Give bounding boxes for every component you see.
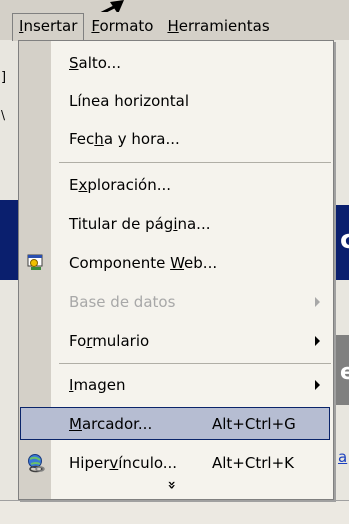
menu-item-salto[interactable]: Salto...: [19, 44, 333, 82]
menu-item-label: Componente Web...: [69, 254, 218, 272]
menu-item-label: Exploración...: [69, 176, 172, 194]
background-fragment: ]: [1, 70, 7, 85]
menu-insertar[interactable]: Insertar: [12, 13, 85, 41]
menu-item-hipervinculo[interactable]: Hipervínculo... Alt+Ctrl+K: [19, 444, 333, 482]
menu-item-label: Salto...: [69, 54, 121, 72]
menu-item-exploracion[interactable]: Exploración...: [19, 166, 333, 204]
background-banner-left: [0, 200, 18, 280]
menu-separator: [59, 363, 331, 364]
menu-item-linea-horizontal[interactable]: Línea horizontal: [19, 82, 333, 120]
expand-menu-chevron-icon[interactable]: »: [164, 480, 180, 489]
menu-item-label: Imagen: [69, 376, 126, 394]
menu-item-imagen[interactable]: Imagen: [19, 366, 333, 404]
menu-item-titular-de-pagina[interactable]: Titular de página...: [19, 205, 333, 243]
insertar-dropdown: Salto... Línea horizontal Fecha y hora..…: [18, 40, 334, 500]
background-fragment: e: [340, 360, 349, 385]
menu-item-base-de-datos: Base de datos: [19, 283, 333, 321]
submenu-arrow-icon: [315, 380, 320, 390]
menu-item-componente-web[interactable]: Componente Web...: [19, 244, 333, 282]
menu-herramientas[interactable]: Herramientas: [160, 14, 276, 38]
menu-item-fecha-y-hora[interactable]: Fecha y hora...: [19, 120, 333, 158]
menu-item-formulario[interactable]: Formulario: [19, 322, 333, 360]
menu-item-label: Línea horizontal: [69, 92, 190, 110]
submenu-arrow-icon: [315, 297, 320, 307]
menu-separator: [59, 162, 331, 163]
menu-item-label: Formulario: [69, 332, 150, 350]
menu-formato[interactable]: Formato: [84, 14, 160, 38]
submenu-arrow-icon: [315, 336, 320, 346]
menu-item-label: Base de datos: [69, 293, 176, 311]
background-fragment: c: [340, 225, 349, 255]
background-fragment: \: [1, 108, 6, 122]
web-component-icon: [27, 254, 43, 270]
menu-item-marcador[interactable]: Marcador... Alt+Ctrl+G: [19, 405, 333, 443]
background-link-fragment[interactable]: a: [338, 448, 347, 466]
menu-item-label: Titular de página...: [69, 215, 211, 233]
menu-item-shortcut: Alt+Ctrl+K: [212, 454, 294, 472]
hyperlink-icon: [28, 454, 45, 473]
background-statusbar: [0, 500, 349, 524]
menu-item-shortcut: Alt+Ctrl+G: [212, 415, 296, 433]
menu-item-label: Marcador...: [69, 415, 153, 433]
menu-item-label: Hipervínculo...: [69, 454, 178, 472]
menu-item-label: Fecha y hora...: [69, 130, 180, 148]
menu-bar: Insertar Formato Herramientas: [12, 12, 349, 41]
